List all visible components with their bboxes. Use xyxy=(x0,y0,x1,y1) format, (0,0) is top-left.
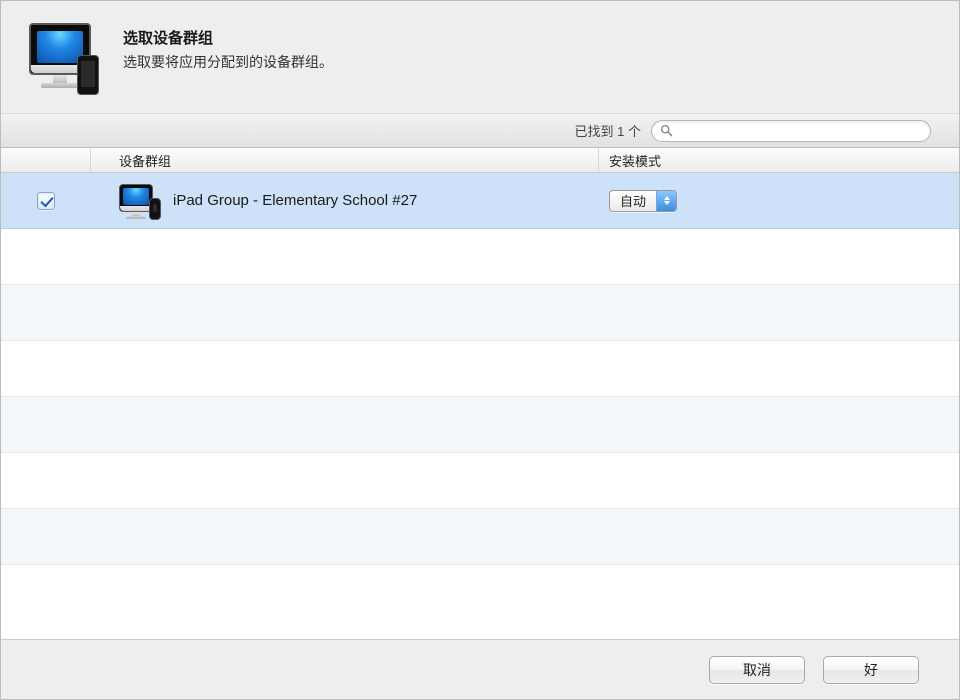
dialog-footer: 取消 好 xyxy=(1,639,959,699)
table-row xyxy=(1,285,959,341)
select-arrows-icon xyxy=(656,191,676,211)
dialog-title: 选取设备群组 xyxy=(123,27,333,48)
row-group-name: iPad Group - Elementary School #27 xyxy=(173,192,417,209)
dialog-subtitle: 选取要将应用分配到的设备群组。 xyxy=(123,52,333,72)
column-header-checkbox[interactable] xyxy=(1,148,91,172)
row-mode-cell: 自动 xyxy=(599,190,959,212)
table-row xyxy=(1,453,959,509)
search-icon xyxy=(660,124,673,137)
row-checkbox[interactable] xyxy=(37,192,55,210)
found-count-label: 已找到 1 个 xyxy=(575,121,641,140)
table-row xyxy=(1,509,959,565)
table-row xyxy=(1,229,959,285)
row-group-cell: iPad Group - Elementary School #27 xyxy=(91,184,599,218)
ok-button-label: 好 xyxy=(864,660,878,680)
devices-icon xyxy=(29,23,101,95)
column-header-group[interactable]: 设备群组 xyxy=(91,148,599,172)
table-header: 设备群组 安装模式 xyxy=(1,148,959,173)
table-row[interactable]: iPad Group - Elementary School #27 自动 xyxy=(1,173,959,229)
column-header-mode[interactable]: 安装模式 xyxy=(599,148,959,172)
devices-icon xyxy=(119,184,159,218)
cancel-button[interactable]: 取消 xyxy=(709,656,805,684)
install-mode-value: 自动 xyxy=(610,191,656,211)
cancel-button-label: 取消 xyxy=(743,660,771,680)
dialog-window: 选取设备群组 选取要将应用分配到的设备群组。 已找到 1 个 设备群组 安装模式 xyxy=(0,0,960,700)
ok-button[interactable]: 好 xyxy=(823,656,919,684)
row-checkbox-cell xyxy=(1,192,91,210)
table-row xyxy=(1,341,959,397)
dialog-header: 选取设备群组 选取要将应用分配到的设备群组。 xyxy=(1,1,959,114)
table-row xyxy=(1,397,959,453)
column-header-group-label: 设备群组 xyxy=(119,151,171,170)
table-body: iPad Group - Elementary School #27 自动 xyxy=(1,173,959,639)
search-input[interactable] xyxy=(673,123,922,139)
dialog-header-text: 选取设备群组 选取要将应用分配到的设备群组。 xyxy=(123,23,333,72)
column-header-mode-label: 安装模式 xyxy=(609,151,661,170)
search-strip: 已找到 1 个 xyxy=(1,114,959,148)
search-field[interactable] xyxy=(651,120,931,142)
install-mode-select[interactable]: 自动 xyxy=(609,190,677,212)
